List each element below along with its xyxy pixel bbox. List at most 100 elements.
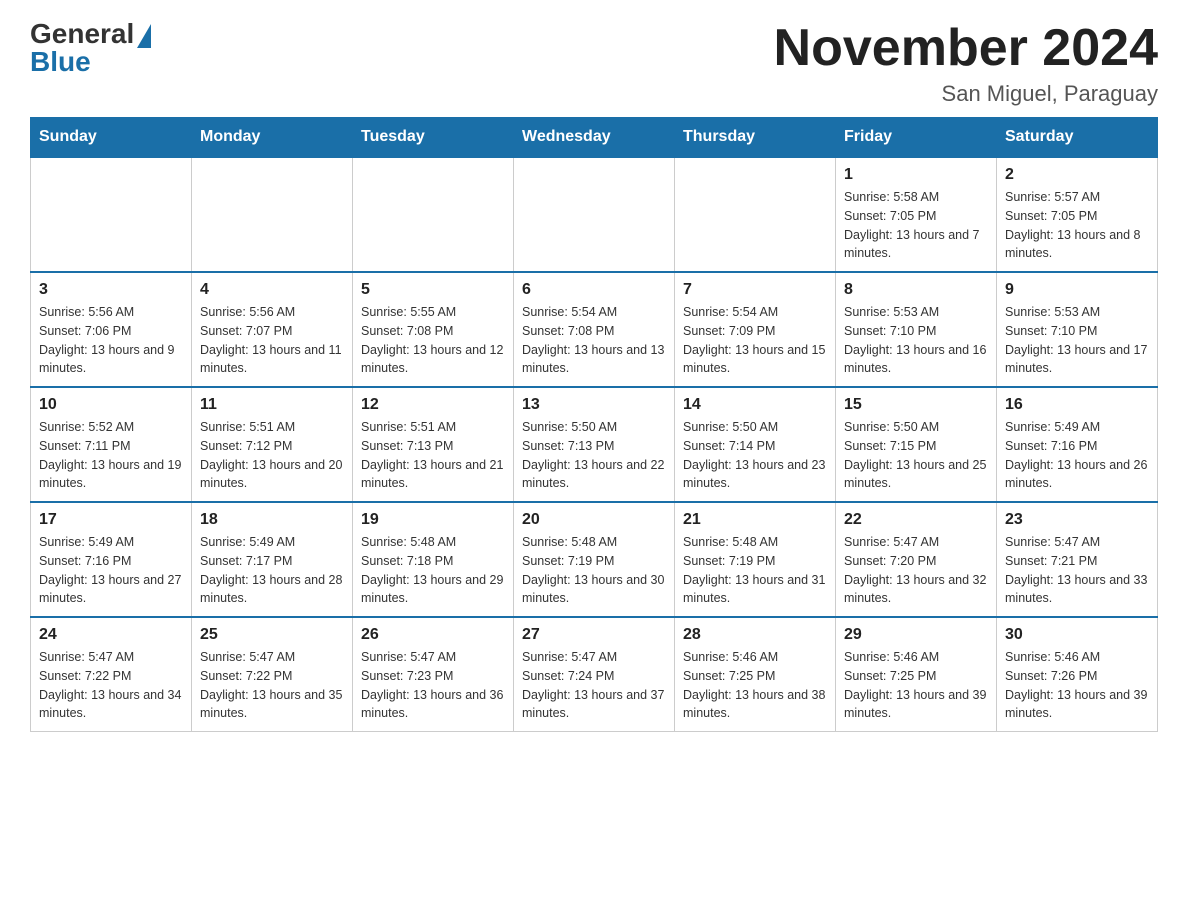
page-header: General Blue November 2024 San Miguel, P… — [30, 20, 1158, 107]
day-number: 2 — [1005, 166, 1149, 184]
calendar-cell: 10 Sunrise: 5:52 AMSunset: 7:11 PMDaylig… — [31, 387, 192, 502]
weekday-header-friday: Friday — [836, 118, 997, 158]
day-number: 18 — [200, 511, 344, 529]
month-title: November 2024 — [774, 20, 1158, 77]
day-info: Sunrise: 5:47 AMSunset: 7:22 PMDaylight:… — [200, 648, 344, 723]
calendar-table: SundayMondayTuesdayWednesdayThursdayFrid… — [30, 117, 1158, 732]
day-info: Sunrise: 5:53 AMSunset: 7:10 PMDaylight:… — [1005, 303, 1149, 378]
location: San Miguel, Paraguay — [774, 81, 1158, 107]
day-info: Sunrise: 5:46 AMSunset: 7:26 PMDaylight:… — [1005, 648, 1149, 723]
day-info: Sunrise: 5:53 AMSunset: 7:10 PMDaylight:… — [844, 303, 988, 378]
logo-blue-text: Blue — [30, 48, 91, 76]
calendar-cell: 13 Sunrise: 5:50 AMSunset: 7:13 PMDaylig… — [514, 387, 675, 502]
calendar-cell: 4 Sunrise: 5:56 AMSunset: 7:07 PMDayligh… — [192, 272, 353, 387]
day-number: 22 — [844, 511, 988, 529]
day-number: 1 — [844, 166, 988, 184]
day-info: Sunrise: 5:50 AMSunset: 7:15 PMDaylight:… — [844, 418, 988, 493]
weekday-header-row: SundayMondayTuesdayWednesdayThursdayFrid… — [31, 118, 1158, 158]
day-info: Sunrise: 5:48 AMSunset: 7:18 PMDaylight:… — [361, 533, 505, 608]
week-row-3: 10 Sunrise: 5:52 AMSunset: 7:11 PMDaylig… — [31, 387, 1158, 502]
day-info: Sunrise: 5:46 AMSunset: 7:25 PMDaylight:… — [683, 648, 827, 723]
calendar-cell: 14 Sunrise: 5:50 AMSunset: 7:14 PMDaylig… — [675, 387, 836, 502]
day-info: Sunrise: 5:49 AMSunset: 7:17 PMDaylight:… — [200, 533, 344, 608]
calendar-cell: 24 Sunrise: 5:47 AMSunset: 7:22 PMDaylig… — [31, 617, 192, 732]
calendar-cell: 2 Sunrise: 5:57 AMSunset: 7:05 PMDayligh… — [997, 157, 1158, 272]
weekday-header-tuesday: Tuesday — [353, 118, 514, 158]
calendar-cell: 7 Sunrise: 5:54 AMSunset: 7:09 PMDayligh… — [675, 272, 836, 387]
calendar-cell — [514, 157, 675, 272]
calendar-cell: 9 Sunrise: 5:53 AMSunset: 7:10 PMDayligh… — [997, 272, 1158, 387]
day-number: 20 — [522, 511, 666, 529]
day-info: Sunrise: 5:51 AMSunset: 7:12 PMDaylight:… — [200, 418, 344, 493]
week-row-1: 1 Sunrise: 5:58 AMSunset: 7:05 PMDayligh… — [31, 157, 1158, 272]
weekday-header-sunday: Sunday — [31, 118, 192, 158]
calendar-cell: 1 Sunrise: 5:58 AMSunset: 7:05 PMDayligh… — [836, 157, 997, 272]
day-number: 23 — [1005, 511, 1149, 529]
day-info: Sunrise: 5:50 AMSunset: 7:14 PMDaylight:… — [683, 418, 827, 493]
calendar-cell: 16 Sunrise: 5:49 AMSunset: 7:16 PMDaylig… — [997, 387, 1158, 502]
calendar-cell: 20 Sunrise: 5:48 AMSunset: 7:19 PMDaylig… — [514, 502, 675, 617]
calendar-cell: 30 Sunrise: 5:46 AMSunset: 7:26 PMDaylig… — [997, 617, 1158, 732]
day-number: 28 — [683, 626, 827, 644]
calendar-cell — [31, 157, 192, 272]
calendar-cell: 6 Sunrise: 5:54 AMSunset: 7:08 PMDayligh… — [514, 272, 675, 387]
title-block: November 2024 San Miguel, Paraguay — [774, 20, 1158, 107]
day-info: Sunrise: 5:47 AMSunset: 7:22 PMDaylight:… — [39, 648, 183, 723]
day-number: 15 — [844, 396, 988, 414]
day-info: Sunrise: 5:49 AMSunset: 7:16 PMDaylight:… — [1005, 418, 1149, 493]
day-number: 3 — [39, 281, 183, 299]
day-info: Sunrise: 5:54 AMSunset: 7:08 PMDaylight:… — [522, 303, 666, 378]
day-number: 13 — [522, 396, 666, 414]
day-info: Sunrise: 5:57 AMSunset: 7:05 PMDaylight:… — [1005, 188, 1149, 263]
day-info: Sunrise: 5:49 AMSunset: 7:16 PMDaylight:… — [39, 533, 183, 608]
week-row-5: 24 Sunrise: 5:47 AMSunset: 7:22 PMDaylig… — [31, 617, 1158, 732]
day-number: 19 — [361, 511, 505, 529]
day-number: 10 — [39, 396, 183, 414]
day-number: 25 — [200, 626, 344, 644]
weekday-header-thursday: Thursday — [675, 118, 836, 158]
day-number: 11 — [200, 396, 344, 414]
day-info: Sunrise: 5:56 AMSunset: 7:06 PMDaylight:… — [39, 303, 183, 378]
day-info: Sunrise: 5:51 AMSunset: 7:13 PMDaylight:… — [361, 418, 505, 493]
calendar-cell: 22 Sunrise: 5:47 AMSunset: 7:20 PMDaylig… — [836, 502, 997, 617]
calendar-cell: 18 Sunrise: 5:49 AMSunset: 7:17 PMDaylig… — [192, 502, 353, 617]
weekday-header-saturday: Saturday — [997, 118, 1158, 158]
calendar-cell — [353, 157, 514, 272]
calendar-cell: 12 Sunrise: 5:51 AMSunset: 7:13 PMDaylig… — [353, 387, 514, 502]
day-number: 7 — [683, 281, 827, 299]
day-number: 21 — [683, 511, 827, 529]
calendar-cell: 15 Sunrise: 5:50 AMSunset: 7:15 PMDaylig… — [836, 387, 997, 502]
day-info: Sunrise: 5:55 AMSunset: 7:08 PMDaylight:… — [361, 303, 505, 378]
day-info: Sunrise: 5:54 AMSunset: 7:09 PMDaylight:… — [683, 303, 827, 378]
calendar-cell: 21 Sunrise: 5:48 AMSunset: 7:19 PMDaylig… — [675, 502, 836, 617]
logo: General Blue — [30, 20, 151, 76]
calendar-cell: 8 Sunrise: 5:53 AMSunset: 7:10 PMDayligh… — [836, 272, 997, 387]
logo-general-text: General — [30, 20, 151, 48]
day-number: 29 — [844, 626, 988, 644]
calendar-cell: 25 Sunrise: 5:47 AMSunset: 7:22 PMDaylig… — [192, 617, 353, 732]
day-number: 5 — [361, 281, 505, 299]
day-info: Sunrise: 5:47 AMSunset: 7:21 PMDaylight:… — [1005, 533, 1149, 608]
day-number: 17 — [39, 511, 183, 529]
week-row-4: 17 Sunrise: 5:49 AMSunset: 7:16 PMDaylig… — [31, 502, 1158, 617]
day-info: Sunrise: 5:58 AMSunset: 7:05 PMDaylight:… — [844, 188, 988, 263]
calendar-cell: 3 Sunrise: 5:56 AMSunset: 7:06 PMDayligh… — [31, 272, 192, 387]
calendar-cell: 19 Sunrise: 5:48 AMSunset: 7:18 PMDaylig… — [353, 502, 514, 617]
day-number: 30 — [1005, 626, 1149, 644]
day-number: 27 — [522, 626, 666, 644]
day-info: Sunrise: 5:48 AMSunset: 7:19 PMDaylight:… — [683, 533, 827, 608]
day-number: 12 — [361, 396, 505, 414]
day-number: 4 — [200, 281, 344, 299]
day-number: 14 — [683, 396, 827, 414]
week-row-2: 3 Sunrise: 5:56 AMSunset: 7:06 PMDayligh… — [31, 272, 1158, 387]
day-number: 8 — [844, 281, 988, 299]
day-number: 9 — [1005, 281, 1149, 299]
day-info: Sunrise: 5:47 AMSunset: 7:23 PMDaylight:… — [361, 648, 505, 723]
day-number: 26 — [361, 626, 505, 644]
day-info: Sunrise: 5:56 AMSunset: 7:07 PMDaylight:… — [200, 303, 344, 378]
weekday-header-monday: Monday — [192, 118, 353, 158]
calendar-cell: 5 Sunrise: 5:55 AMSunset: 7:08 PMDayligh… — [353, 272, 514, 387]
calendar-cell — [192, 157, 353, 272]
calendar-cell: 29 Sunrise: 5:46 AMSunset: 7:25 PMDaylig… — [836, 617, 997, 732]
calendar-cell: 23 Sunrise: 5:47 AMSunset: 7:21 PMDaylig… — [997, 502, 1158, 617]
